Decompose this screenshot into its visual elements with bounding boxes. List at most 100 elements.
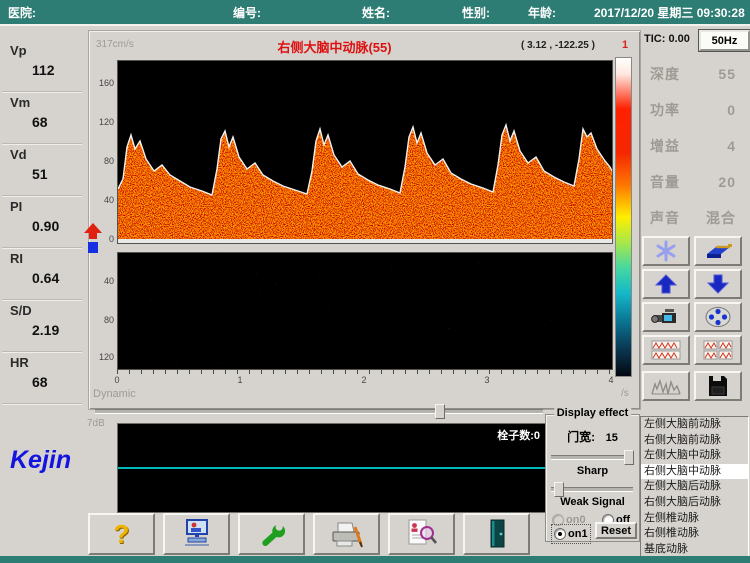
display-effect-title: Display effect [554,407,632,419]
weak-signal-label: Weak Signal [546,496,639,508]
gate-width-label: 门宽: [567,430,595,444]
scale-up-button[interactable] [642,269,690,299]
tic-readout: TIC: 0.00 [644,33,690,45]
save-icon [702,374,734,398]
radio-on1-group[interactable]: on1 [552,525,590,543]
gate-width-slider-thumb[interactable] [624,450,634,465]
sharp-slider-thumb[interactable] [554,482,564,497]
measurement-cell: Vp 112 [2,40,82,92]
exit-button[interactable] [463,513,530,555]
freeze-icon [651,240,681,262]
sharp-slider[interactable] [551,487,633,492]
param-value: 混合 [706,208,736,228]
record-video-button[interactable] [642,302,690,332]
y-axis-tick-label: 80 [90,156,114,166]
filter-frequency-label: 50Hz [712,35,738,47]
measurement-label: Vp [10,43,82,58]
y-axis-tick-label: 120 [90,117,114,127]
param-row: 功率 0 [644,92,744,128]
measurement-value: 68 [32,114,82,130]
bottom-border-strip [0,556,750,563]
film-reel-icon [702,305,734,329]
workstation-button[interactable] [163,513,230,555]
param-label: 增益 [650,136,680,156]
param-value: 55 [718,66,736,82]
dual-trace-button[interactable] [642,335,690,365]
radio-on1[interactable] [554,528,566,540]
camera-icon [650,306,682,328]
report-button[interactable] [388,513,455,555]
radio-on0[interactable] [552,514,564,526]
scale-down-button[interactable] [694,269,742,299]
quad-trace-button[interactable] [694,335,742,365]
reverse-flow-display[interactable] [117,252,613,370]
measurement-label: RI [10,251,82,266]
freeze-button[interactable] [642,236,690,266]
param-list: 深度 55 功率 0 增益 4 音量 20 声音 混合 [644,56,744,236]
filter-frequency-button[interactable]: 50Hz [699,30,750,51]
settings-button[interactable] [238,513,305,555]
param-value: 20 [718,174,736,190]
artery-list-item[interactable]: 右侧大脑中动脉 [641,464,748,480]
up-arrow-red-icon [84,223,102,239]
brand-logo: Kejin [10,446,71,475]
save-button[interactable] [694,371,742,401]
y-axis-tick-label: 120 [90,352,114,362]
artery-list-item[interactable]: 右侧椎动脉 [641,526,748,542]
reset-button[interactable]: Reset [595,522,637,539]
help-button[interactable]: ? [88,513,155,555]
patient-name-label: 姓名: [362,4,390,21]
measurement-label: S/D [10,303,82,318]
scrollbar-thumb[interactable] [435,404,445,419]
measurement-value: 112 [32,62,82,78]
embolus-monitor-display[interactable]: 栓子数:0 [117,423,547,513]
gate-width-value: 15 [606,432,618,444]
display-effect-group: Display effect 门宽: 15 Sharp Weak Signal … [545,414,640,542]
x-axis-tick-label: 1 [234,375,246,385]
artery-list-item[interactable]: 右侧大脑前动脉 [641,433,748,449]
param-row: 声音 混合 [644,200,744,236]
measurement-label: PI [10,199,82,214]
y-axis-tick-label: 40 [90,276,114,286]
y-axis-tick-label: 160 [90,78,114,88]
measurement-cell: Vd 51 [2,144,82,196]
measurement-cell: Vm 68 [2,92,82,144]
gate-width-slider[interactable] [551,455,633,460]
spectrum-scrollbar[interactable] [95,409,543,414]
param-label: 功率 [650,100,680,120]
measurement-value: 0.64 [32,270,82,286]
gender-label: 性别: [462,4,490,21]
artery-list-item[interactable]: 左侧椎动脉 [641,511,748,527]
print-button[interactable] [313,513,380,555]
quad-trace-icon [702,338,734,362]
report-icon [403,517,441,551]
x-axis-tick-label: 3 [481,375,493,385]
color-scale-bar [615,57,632,377]
measurement-value: 0.90 [32,218,82,234]
measurement-label: HR [10,355,82,370]
artery-list-item[interactable]: 左侧大脑前动脉 [641,417,748,433]
help-icon: ? [114,519,130,550]
age-label: 年龄: [528,4,556,21]
measurement-label: Vd [10,147,82,162]
measurement-value: 51 [32,166,82,182]
artery-list-item[interactable]: 左侧大脑后动脉 [641,479,748,495]
spectrum-mode-button[interactable] [642,371,690,401]
param-row: 深度 55 [644,56,744,92]
zero-baseline [118,239,612,243]
artery-list-item[interactable]: 左侧大脑中动脉 [641,448,748,464]
patient-id-label: 编号: [233,4,261,21]
measurement-label: Vm [10,95,82,110]
print-stamp-button[interactable] [694,236,742,266]
dual-trace-icon [650,338,682,362]
artery-list-item[interactable]: 基底动脉 [641,542,748,558]
artery-list-item[interactable]: 右侧大脑后动脉 [641,495,748,511]
reset-button-label: Reset [601,525,631,537]
printer-icon [328,517,366,551]
doppler-spectrum-display[interactable] [117,60,613,244]
y-axis-tick-label: 40 [90,195,114,205]
playback-button[interactable] [694,302,742,332]
down-marker-blue-icon [88,242,98,253]
artery-title: 右侧大脑中动脉(55) [89,37,580,56]
hospital-label: 医院: [8,4,36,21]
